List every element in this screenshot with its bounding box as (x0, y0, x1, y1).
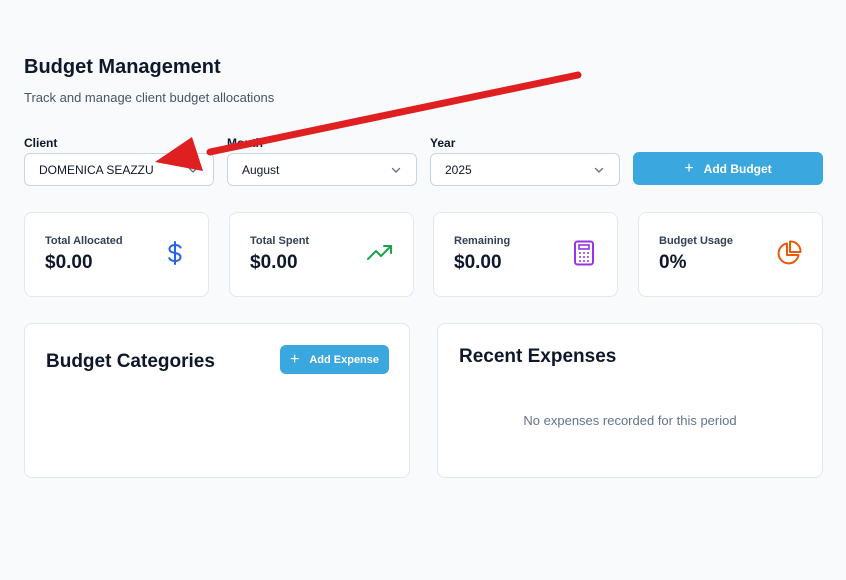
calculator-icon (571, 240, 597, 266)
year-label: Year (430, 136, 456, 150)
add-budget-label: Add Budget (703, 161, 772, 176)
recent-expenses-title: Recent Expenses (459, 346, 617, 367)
client-label: Client (24, 136, 58, 150)
stat-card-remaining: Remaining $0.00 (433, 212, 618, 297)
budget-categories-title: Budget Categories (46, 351, 215, 372)
empty-state-text: No expenses recorded for this period (523, 413, 737, 428)
month-select-value: August (242, 162, 280, 177)
page-title: Budget Management (24, 56, 221, 78)
month-label: Month (227, 136, 263, 150)
month-select[interactable]: August (227, 153, 417, 186)
chevron-down-icon (187, 164, 199, 176)
add-budget-button[interactable]: + Add Budget (633, 152, 823, 185)
budget-page: Budget Management Track and manage clien… (24, 56, 823, 478)
year-select[interactable]: 2025 (430, 153, 620, 186)
pie-chart-icon (776, 240, 802, 266)
stats-row: Total Allocated $0.00 Total Spent $0.00 … (24, 212, 823, 297)
page-subtitle: Track and manage client budget allocatio… (24, 90, 275, 105)
chevron-down-icon (593, 164, 605, 176)
stat-card-total-spent: Total Spent $0.00 (229, 212, 414, 297)
month-field: Month August (227, 136, 417, 186)
plus-icon: + (684, 159, 694, 177)
add-expense-label: Add Expense (309, 353, 380, 366)
dollar-icon (162, 240, 188, 266)
stat-card-total-allocated: Total Allocated $0.00 (24, 212, 209, 297)
client-select-value: DOMENICA SEAZZU (39, 162, 154, 177)
budget-categories-panel: Budget Categories + Add Expense (24, 323, 410, 478)
recent-expenses-panel: Recent Expenses No expenses recorded for… (437, 323, 823, 478)
year-field: Year 2025 (430, 136, 620, 186)
stat-card-budget-usage: Budget Usage 0% (638, 212, 823, 297)
client-field: Client DOMENICA SEAZZU (24, 136, 214, 186)
add-expense-button[interactable]: + Add Expense (280, 345, 389, 374)
year-select-value: 2025 (445, 162, 472, 177)
filter-bar: Client DOMENICA SEAZZU Month August Year… (24, 136, 823, 186)
plus-icon: + (289, 350, 300, 368)
client-select[interactable]: DOMENICA SEAZZU (24, 153, 214, 186)
chevron-down-icon (390, 164, 402, 176)
trending-up-icon (367, 240, 393, 266)
